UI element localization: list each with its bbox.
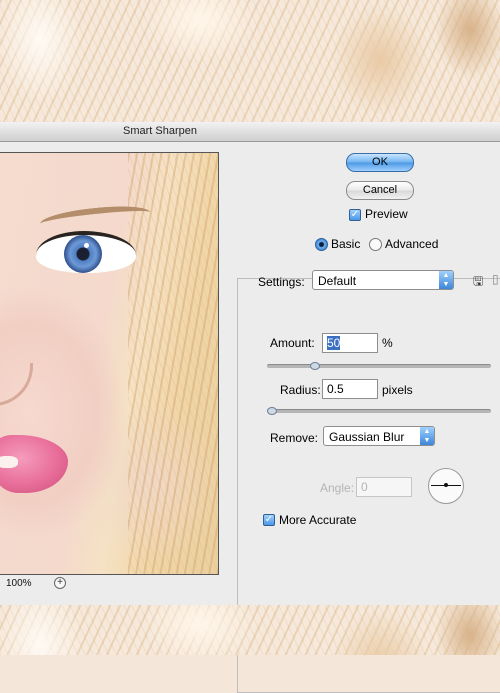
ok-button[interactable]: OK bbox=[346, 153, 414, 172]
advanced-label: Advanced bbox=[385, 237, 439, 251]
angle-value: 0 bbox=[361, 480, 368, 494]
settings-select[interactable]: Default ▲ ▼ bbox=[312, 270, 454, 290]
amount-value: 50 bbox=[327, 336, 341, 350]
iris bbox=[64, 235, 102, 273]
cancel-button[interactable]: Cancel bbox=[346, 181, 414, 200]
radius-value: 0.5 bbox=[327, 382, 344, 396]
eye bbox=[36, 231, 136, 273]
angle-dial-icon[interactable] bbox=[428, 468, 464, 504]
basic-radio[interactable] bbox=[315, 238, 328, 251]
angle-label: Angle: bbox=[320, 481, 355, 495]
dialog-title: Smart Sharpen bbox=[123, 125, 197, 137]
angle-input: 0 bbox=[356, 477, 412, 497]
dialog-titlebar[interactable]: Smart Sharpen bbox=[0, 122, 500, 142]
more-accurate-checkbox[interactable]: ✓ bbox=[263, 514, 275, 526]
amount-slider[interactable] bbox=[267, 364, 491, 368]
zoom-in-icon[interactable]: + bbox=[54, 577, 66, 589]
amount-label: Amount: bbox=[270, 336, 315, 350]
settings-label: Settings: bbox=[258, 275, 305, 289]
radius-input[interactable]: 0.5 bbox=[322, 379, 378, 399]
teeth bbox=[0, 456, 18, 468]
radius-unit: pixels bbox=[382, 383, 413, 397]
eye-glint bbox=[84, 243, 89, 248]
remove-label: Remove: bbox=[270, 431, 319, 445]
amount-input[interactable]: 50 bbox=[322, 333, 378, 353]
advanced-radio[interactable] bbox=[369, 238, 382, 251]
basic-label: Basic bbox=[331, 237, 361, 251]
dropdown-arrow-icon: ▲ ▼ bbox=[439, 271, 453, 289]
dropdown-arrow-icon: ▲ ▼ bbox=[420, 427, 434, 445]
radius-slider-thumb[interactable] bbox=[267, 407, 277, 415]
settings-value: Default bbox=[318, 274, 357, 288]
nose bbox=[0, 363, 33, 406]
delete-settings-icon[interactable]: ▯ bbox=[492, 272, 499, 286]
preview-checkbox[interactable]: ✓ bbox=[349, 209, 361, 221]
remove-value: Gaussian Blur bbox=[329, 430, 405, 444]
preview-image[interactable] bbox=[0, 152, 219, 575]
more-accurate-label: More Accurate bbox=[279, 513, 357, 527]
smart-sharpen-dialog: Smart Sharpen 100% + OK Cancel ✓ Preview… bbox=[0, 122, 500, 693]
background-photo-top bbox=[0, 0, 500, 122]
amount-unit: % bbox=[382, 336, 393, 350]
background-photo-bottom bbox=[0, 605, 500, 655]
radius-label: Radius: bbox=[280, 383, 321, 397]
save-settings-icon[interactable]: 🖫 bbox=[473, 272, 483, 293]
remove-select[interactable]: Gaussian Blur ▲ ▼ bbox=[323, 426, 435, 446]
radius-slider[interactable] bbox=[267, 409, 491, 413]
zoom-level: 100% bbox=[6, 578, 32, 589]
preview-label: Preview bbox=[365, 207, 408, 221]
